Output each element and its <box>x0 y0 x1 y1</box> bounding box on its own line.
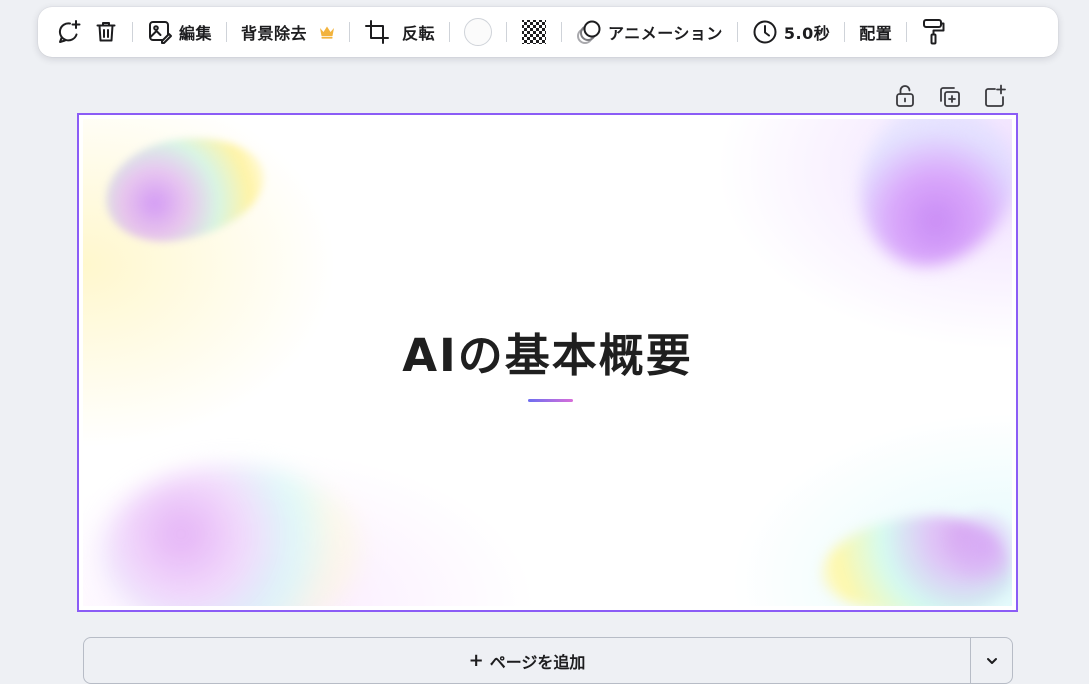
position-label: 配置 <box>859 24 893 43</box>
toolbar-divider <box>132 22 133 42</box>
add-page-bar: + ページを追加 <box>83 637 1013 684</box>
edit-image-button[interactable]: 編集 <box>141 14 218 50</box>
animation-label: アニメーション <box>608 24 723 43</box>
page-actions <box>893 84 1007 108</box>
gradient-blob <box>103 466 363 606</box>
trash-icon <box>96 22 116 42</box>
background-remover-label: 背景除去 <box>241 24 308 43</box>
gradient-blob <box>833 119 1012 293</box>
slide-canvas[interactable]: AIの基本概要 <box>83 119 1012 606</box>
add-page-button[interactable]: + ページを追加 <box>84 638 970 683</box>
animation-button[interactable]: アニメーション <box>570 14 729 50</box>
crop-button[interactable] <box>358 14 396 50</box>
add-page-options-button[interactable] <box>970 638 1012 683</box>
toolbar-divider <box>349 22 351 42</box>
add-comment-button[interactable] <box>50 14 88 50</box>
copy-style-button[interactable] <box>915 14 953 50</box>
gradient-blob <box>98 128 272 250</box>
add-page-label: ページを追加 <box>489 652 586 672</box>
clock-icon <box>753 20 777 44</box>
color-button[interactable] <box>458 14 498 50</box>
crown-icon <box>320 26 335 39</box>
checkerboard-icon <box>522 20 547 44</box>
toolbar-divider <box>226 22 228 42</box>
chevron-down-icon <box>986 657 997 664</box>
title-underline[interactable] <box>528 399 573 402</box>
add-page-icon <box>985 84 1006 107</box>
image-edit-icon <box>149 21 172 44</box>
duration-button[interactable]: 5.0秒 <box>746 14 836 50</box>
transparency-button[interactable] <box>515 14 553 50</box>
duplicate-page-button[interactable] <box>938 84 962 108</box>
edit-label: 編集 <box>179 24 213 43</box>
background-remover-button[interactable]: 背景除去 <box>235 14 341 50</box>
comment-add-icon <box>58 20 81 43</box>
toolbar-divider <box>561 22 563 42</box>
selected-page-frame[interactable]: AIの基本概要 <box>77 113 1018 612</box>
position-button[interactable]: 配置 <box>853 14 898 50</box>
animation-icon <box>577 20 601 44</box>
delete-button[interactable] <box>88 14 124 50</box>
toolbar-divider <box>844 22 846 42</box>
duration-label: 5.0秒 <box>783 24 831 43</box>
slide-title[interactable]: AIの基本概要 <box>83 319 1012 384</box>
color-swatch <box>464 18 493 46</box>
toolbar-divider <box>906 22 908 42</box>
flip-label: 反転 <box>402 24 436 43</box>
element-toolbar: 編集 背景除去 反転 アニメーション 5.0秒 配置 <box>38 7 1058 57</box>
duplicate-page-icon <box>940 87 960 107</box>
flip-button[interactable]: 反転 <box>396 14 441 50</box>
crop-icon <box>365 20 390 44</box>
toolbar-divider <box>506 22 508 42</box>
toolbar-divider <box>449 22 451 42</box>
unlock-icon <box>896 85 914 107</box>
gradient-blob <box>942 506 1012 586</box>
lock-page-button[interactable] <box>893 84 917 108</box>
plus-icon: + <box>468 650 484 671</box>
add-page-icon-button[interactable] <box>983 84 1007 108</box>
paint-roller-icon <box>923 19 945 45</box>
toolbar-divider <box>736 22 738 42</box>
